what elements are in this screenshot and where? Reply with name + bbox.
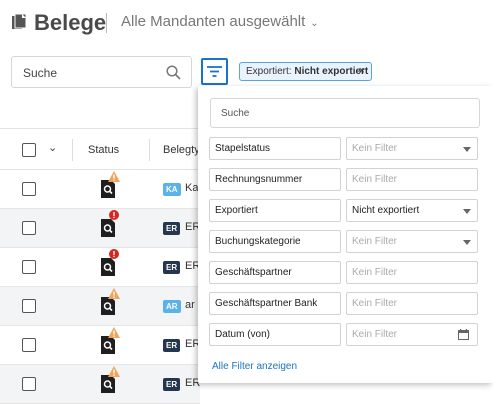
error-icon — [109, 210, 119, 220]
table-row[interactable]: KA Ka — [0, 170, 200, 209]
column-header-status[interactable]: Status — [88, 144, 119, 156]
filter-label: Stapelstatus — [209, 137, 341, 160]
filter-text-field[interactable]: Kein Filter — [346, 261, 478, 284]
search-icon[interactable] — [166, 65, 181, 80]
filter-row: Rechnungsnummer Kein Filter — [209, 168, 480, 191]
table-row[interactable]: ER ER — [0, 248, 200, 287]
filter-label: Geschäftspartner — [209, 261, 341, 284]
mandant-selector-label: Alle Mandanten ausgewählt — [121, 13, 306, 30]
filter-row: Buchungskategorie Kein Filter — [209, 230, 480, 253]
filter-label: Geschäftspartner Bank — [209, 292, 341, 315]
show-all-filters-link[interactable]: Alle Filter anzeigen — [212, 361, 297, 372]
caret-down-icon — [463, 209, 471, 214]
document-search-icon — [101, 219, 115, 237]
row-checkbox[interactable] — [22, 338, 36, 352]
caret-down-icon — [463, 147, 471, 152]
document-search-icon — [101, 180, 115, 198]
filter-search-input[interactable]: Suche — [210, 98, 480, 128]
error-icon — [109, 249, 119, 259]
filter-row: Geschäftspartner Kein Filter — [209, 261, 480, 284]
filter-button[interactable] — [201, 58, 228, 85]
filter-value: Kein Filter — [352, 267, 398, 278]
header-divider — [106, 13, 107, 33]
mandant-selector[interactable]: Alle Mandanten ausgewählt ⌄ — [121, 13, 319, 30]
filter-value: Kein Filter — [352, 329, 398, 340]
row-checkbox[interactable] — [22, 260, 36, 274]
table-row[interactable]: ER ER — [0, 209, 200, 248]
type-tag: AR — [163, 300, 181, 313]
filter-label: Rechnungsnummer — [209, 168, 341, 191]
filter-dropdown[interactable]: Kein Filter — [346, 137, 478, 160]
filter-value: Kein Filter — [352, 143, 398, 154]
row-checkbox[interactable] — [22, 182, 36, 196]
type-tag: ER — [163, 222, 181, 235]
chevron-down-icon[interactable]: ⌄ — [48, 141, 57, 154]
filter-value: Kein Filter — [352, 174, 398, 185]
page-title: Belege — [34, 10, 107, 35]
calendar-icon[interactable] — [458, 329, 469, 340]
filter-text-field[interactable]: Kein Filter — [346, 292, 478, 315]
warning-icon — [108, 366, 120, 377]
filter-text-field[interactable]: Kein Filter — [346, 168, 478, 191]
warning-icon — [108, 288, 120, 299]
column-separator — [72, 139, 73, 161]
filter-row: Exportiert Nicht exportiert — [209, 199, 480, 222]
filter-label: Buchungskategorie — [209, 230, 341, 253]
type-tag: ER — [163, 261, 181, 274]
chip-value: Nicht exportiert — [294, 66, 369, 77]
filter-label: Datum (von) — [209, 323, 341, 346]
chip-label: Exportiert: — [246, 66, 292, 77]
row-checkbox[interactable] — [22, 221, 36, 235]
select-all-checkbox[interactable] — [22, 143, 36, 157]
active-filter-chip[interactable]: Exportiert: Nicht exportiert × — [239, 62, 372, 81]
filter-date-field[interactable]: Kein Filter — [346, 323, 478, 346]
row-type-text: ar — [185, 299, 195, 311]
table-row[interactable]: AR ar — [0, 287, 200, 326]
column-separator — [149, 139, 150, 161]
type-tag: ER — [163, 378, 181, 391]
document-search-icon — [101, 336, 115, 354]
row-checkbox[interactable] — [22, 299, 36, 313]
filter-row: Geschäftspartner Bank Kein Filter — [209, 292, 480, 315]
filter-dropdown[interactable]: Kein Filter — [346, 230, 478, 253]
filter-panel: Suche Stapelstatus Kein Filter Rechnungsnu… — [198, 86, 493, 383]
filter-value: Kein Filter — [352, 298, 398, 309]
warning-icon — [108, 327, 120, 338]
chip-remove-icon[interactable]: × — [359, 65, 365, 77]
row-checkbox[interactable] — [22, 377, 36, 391]
filter-dropdown[interactable]: Nicht exportiert — [346, 199, 478, 222]
table-row[interactable]: ER ER — [0, 365, 200, 404]
filter-value: Nicht exportiert — [352, 205, 420, 216]
warning-icon — [108, 171, 120, 182]
document-search-icon — [101, 297, 115, 315]
search-input[interactable]: Suche — [11, 56, 192, 88]
filter-row: Datum (von) Kein Filter — [209, 323, 480, 346]
type-tag: ER — [163, 339, 181, 352]
document-search-icon — [101, 258, 115, 276]
document-search-icon — [101, 375, 115, 393]
filter-row: Stapelstatus Kein Filter — [209, 137, 480, 160]
filter-value: Kein Filter — [352, 236, 398, 247]
type-tag: KA — [163, 183, 181, 196]
filter-label: Exportiert — [209, 199, 341, 222]
caret-down-icon — [463, 240, 471, 245]
search-placeholder: Suche — [23, 66, 58, 80]
chevron-down-icon: ⌄ — [310, 18, 319, 29]
filter-icon — [207, 66, 222, 77]
table-row[interactable]: ER ER — [0, 326, 200, 365]
filter-search-placeholder: Suche — [221, 108, 250, 119]
row-type-text: Ka — [185, 182, 199, 194]
documents-icon — [12, 14, 26, 29]
page-header: Belege Alle Mandanten ausgewählt ⌄ — [0, 0, 493, 48]
table-header: ⌄ Status Belegtyp — [0, 128, 206, 170]
